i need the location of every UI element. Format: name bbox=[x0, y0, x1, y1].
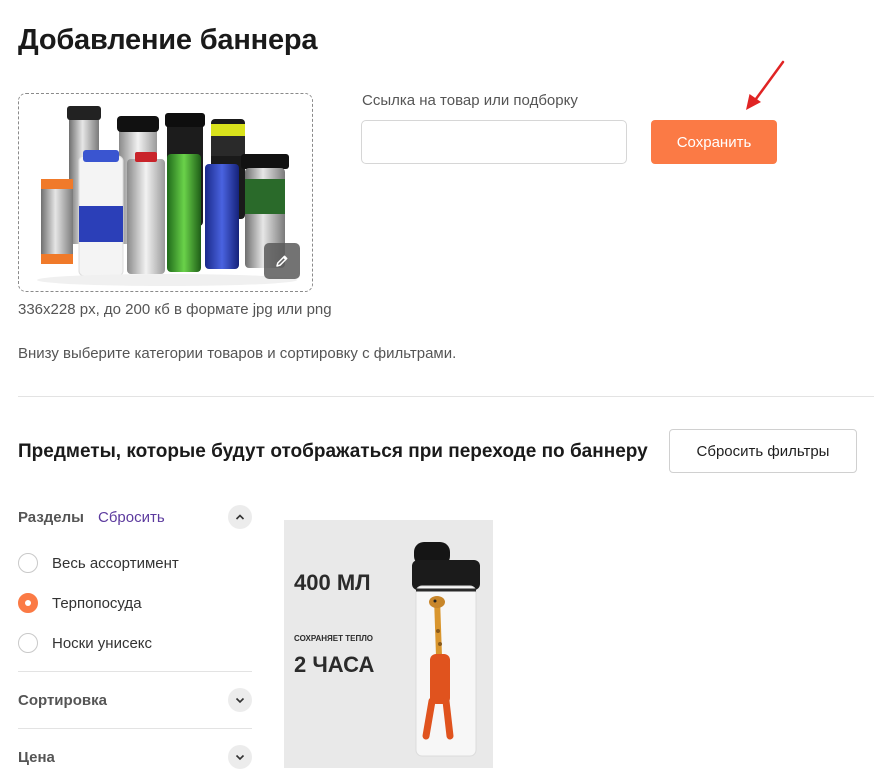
section-divider bbox=[18, 396, 874, 397]
filter-sections-reset-link[interactable]: Сбросить bbox=[98, 509, 165, 526]
banner-instruction: Внизу выберите категории товаров и сорти… bbox=[18, 345, 457, 362]
collapse-sections-button[interactable] bbox=[228, 505, 252, 529]
product-hours-text: 2 ЧАСА bbox=[294, 652, 375, 677]
filter-price-title: Цена bbox=[18, 748, 55, 766]
filter-price-header[interactable]: Цена bbox=[18, 743, 252, 771]
radio-option-label: Терпопосуда bbox=[52, 594, 142, 612]
chevron-up-icon bbox=[235, 514, 245, 520]
chevron-down-icon bbox=[235, 697, 245, 704]
page-title: Добавление баннера bbox=[18, 24, 318, 56]
thermos-product-image bbox=[412, 542, 480, 757]
save-button[interactable]: Сохранить bbox=[651, 120, 777, 164]
pencil-icon bbox=[276, 255, 288, 267]
filter-sort-title: Сортировка bbox=[18, 691, 107, 709]
product-card[interactable]: 400 МЛ СОХРАНЯЕТ ТЕПЛО 2 ЧАСА bbox=[284, 520, 493, 768]
product-volume-text: 400 МЛ bbox=[294, 570, 371, 595]
radio-button[interactable] bbox=[18, 553, 38, 573]
banner-image-upload[interactable] bbox=[18, 93, 313, 292]
radio-option-socks[interactable]: Носки унисекс bbox=[18, 632, 152, 654]
chevron-down-icon bbox=[235, 754, 245, 761]
annotation-arrow-icon bbox=[746, 60, 785, 110]
radio-option-thermoware[interactable]: Терпопосуда bbox=[18, 592, 142, 614]
filter-sections-header: Разделы Сбросить bbox=[18, 503, 252, 531]
radio-option-label: Носки унисекс bbox=[52, 634, 153, 652]
radio-button-selected[interactable] bbox=[18, 593, 38, 613]
filter-sections-title: Разделы bbox=[18, 508, 84, 526]
filter-sort-header[interactable]: Сортировка bbox=[18, 686, 252, 714]
edit-banner-button[interactable] bbox=[264, 243, 300, 279]
filter-divider bbox=[18, 728, 252, 729]
expand-sort-button[interactable] bbox=[228, 688, 252, 712]
product-keeps-heat-text: СОХРАНЯЕТ ТЕПЛО bbox=[294, 634, 374, 643]
radio-option-label: Весь ассортимент bbox=[52, 554, 179, 572]
filter-divider bbox=[18, 671, 252, 672]
radio-button[interactable] bbox=[18, 633, 38, 653]
link-label: Ссылка на товар или подборку bbox=[362, 92, 578, 109]
expand-price-button[interactable] bbox=[228, 745, 252, 769]
radio-option-all-assortment[interactable]: Весь ассортимент bbox=[18, 552, 179, 574]
upload-hint: 336x228 px, до 200 кб в формате jpg или … bbox=[18, 301, 332, 318]
reset-filters-button[interactable]: Сбросить фильтры bbox=[669, 429, 857, 473]
link-input[interactable] bbox=[361, 120, 627, 164]
section-title: Предметы, которые будут отображаться при… bbox=[18, 441, 648, 462]
